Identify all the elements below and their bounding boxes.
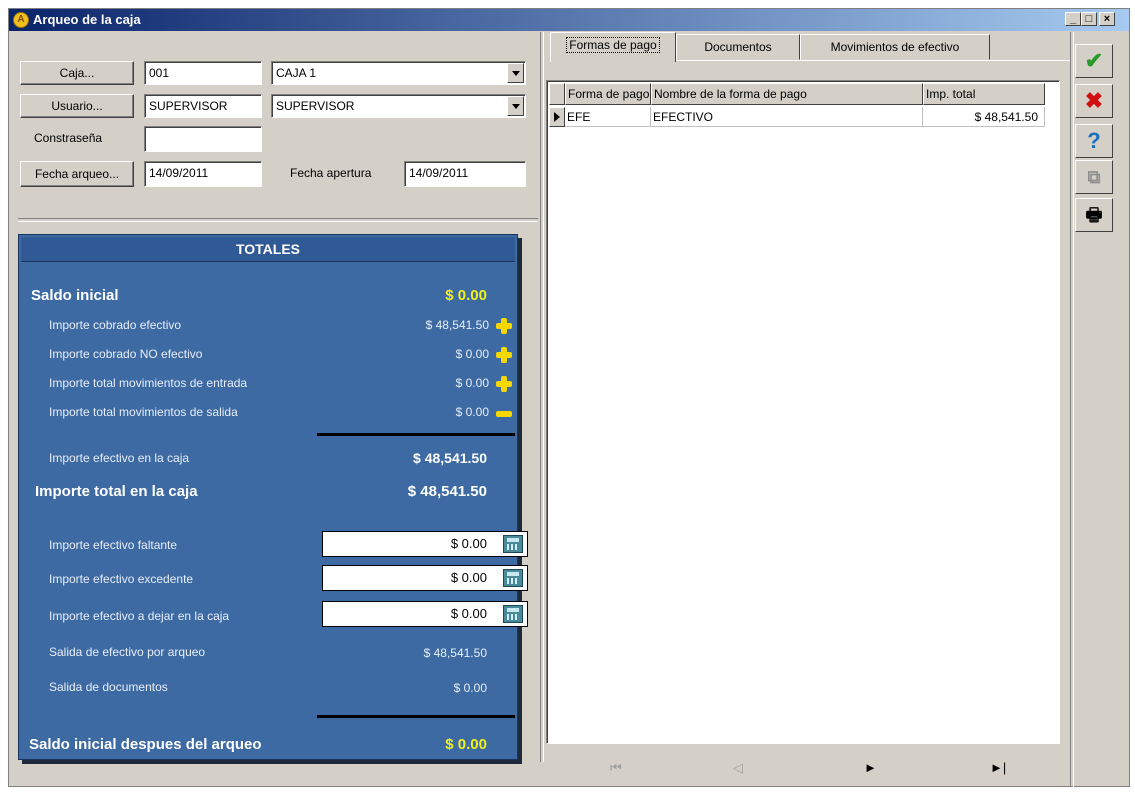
nav-prev-button[interactable]: ◁ <box>733 760 743 776</box>
tab-documentos[interactable]: Documentos <box>676 34 800 60</box>
cobrado-no-efectivo-label: Importe cobrado NO efectivo <box>49 347 203 361</box>
tab-movimientos-efectivo[interactable]: Movimientos de efectivo <box>800 34 990 60</box>
saldo-inicial-label: Saldo inicial <box>31 287 119 304</box>
usuario-button[interactable]: Usuario... <box>20 94 134 118</box>
calculator-icon[interactable] <box>503 605 523 623</box>
calculator-icon[interactable] <box>503 569 523 587</box>
excedente-value: $ 0.00 <box>450 570 487 585</box>
minimize-button[interactable]: _ <box>1065 12 1081 26</box>
plus-icon <box>496 376 512 392</box>
table-cell-name[interactable]: EFECTIVO <box>651 107 923 127</box>
faltante-label: Importe efectivo faltante <box>49 538 178 552</box>
plus-icon <box>496 347 512 363</box>
salida-efectivo-value: $ 48,541.50 <box>423 646 487 660</box>
caja-name-value: CAJA 1 <box>276 66 317 80</box>
faltante-value: $ 0.00 <box>450 536 487 551</box>
divider <box>18 218 538 222</box>
movimientos-salida-label: Importe total movimientos de salida <box>49 405 238 419</box>
usuario-code-field[interactable]: SUPERVISOR <box>144 94 262 118</box>
table-cell-total[interactable]: $ 48,541.50 <box>923 107 1045 127</box>
caja-button[interactable]: Caja... <box>20 61 134 85</box>
nav-first-button[interactable]: ⏮ <box>610 760 622 776</box>
fecha-arqueo-field[interactable]: 14/09/2011 <box>144 161 262 187</box>
excedente-field[interactable]: $ 0.00 <box>322 565 528 591</box>
movimientos-entrada-value: $ 0.00 <box>455 376 489 390</box>
faltante-field[interactable]: $ 0.00 <box>322 531 528 557</box>
total-rule <box>317 715 515 718</box>
tab-formas-de-pago[interactable]: Formas de pago <box>550 32 676 62</box>
password-field[interactable] <box>144 126 262 152</box>
password-label: Constraseña <box>34 131 103 145</box>
col-header-nombre[interactable]: Nombre de la forma de pago <box>651 83 923 105</box>
efectivo-caja-value: $ 48,541.50 <box>413 450 487 466</box>
dejar-value: $ 0.00 <box>450 606 487 621</box>
salida-documentos-value: $ 0.00 <box>453 681 487 695</box>
cobrado-no-efectivo-value: $ 0.00 <box>455 347 489 361</box>
excedente-label: Importe efectivo excedente <box>49 572 194 586</box>
saldo-final-label: Saldo inicial despues del arqueo <box>29 736 262 753</box>
caja-code-field[interactable]: 001 <box>144 61 262 85</box>
nav-last-button[interactable]: ►| <box>990 760 1006 775</box>
table-cell-code[interactable]: EFE <box>565 107 651 127</box>
splitter[interactable] <box>540 32 544 762</box>
sum-rule <box>317 433 515 436</box>
minus-icon <box>496 411 512 417</box>
col-header-total[interactable]: Imp. total <box>923 83 1045 105</box>
window-title: Arqueo de la caja <box>33 12 141 27</box>
caja-name-select[interactable]: CAJA 1 <box>271 61 526 85</box>
cancel-button[interactable]: ✖ <box>1075 84 1113 118</box>
efectivo-caja-label: Importe efectivo en la caja <box>49 451 190 465</box>
toolbar-divider <box>1070 32 1074 787</box>
formas-pago-grid[interactable]: Forma de pago Nombre de la forma de pago… <box>546 80 1060 744</box>
totales-title: TOTALES <box>21 237 515 262</box>
copy-button[interactable]: ⧉ <box>1075 160 1113 194</box>
print-button[interactable]: 🖶 <box>1075 198 1113 232</box>
fecha-apertura-field[interactable]: 14/09/2011 <box>404 161 526 187</box>
row-selector-header <box>549 83 565 105</box>
col-header-forma[interactable]: Forma de pago <box>565 83 651 105</box>
fecha-arqueo-button[interactable]: Fecha arqueo... <box>20 161 134 187</box>
usuario-name-value: SUPERVISOR <box>276 99 355 113</box>
salida-efectivo-label: Salida de efectivo por arqueo <box>49 645 206 659</box>
dejar-field[interactable]: $ 0.00 <box>322 601 528 627</box>
total-caja-value: $ 48,541.50 <box>407 483 487 500</box>
row-indicator[interactable] <box>549 107 565 127</box>
help-button[interactable]: ? <box>1075 124 1113 158</box>
movimientos-salida-value: $ 0.00 <box>455 405 489 419</box>
cobrado-efectivo-label: Importe cobrado efectivo <box>49 318 182 332</box>
title-bar: A Arqueo de la caja _ □ × <box>9 9 1129 31</box>
plus-icon <box>496 318 512 334</box>
salida-documentos-label: Salida de documentos <box>49 680 168 694</box>
total-caja-label: Importe total en la caja <box>35 483 198 500</box>
totales-panel: TOTALES Saldo inicial $ 0.00 Importe cob… <box>18 234 528 760</box>
fecha-apertura-label: Fecha apertura <box>290 166 372 180</box>
saldo-inicial-value: $ 0.00 <box>445 287 487 304</box>
chevron-down-icon[interactable] <box>507 96 524 116</box>
accept-button[interactable]: ✔ <box>1075 44 1113 78</box>
usuario-name-select[interactable]: SUPERVISOR <box>271 94 526 118</box>
cobrado-efectivo-value: $ 48,541.50 <box>425 318 489 332</box>
row-pointer-icon <box>554 112 560 122</box>
chevron-down-icon[interactable] <box>507 63 524 83</box>
app-icon: A <box>13 12 29 28</box>
dejar-label: Importe efectivo a dejar en la caja <box>49 609 230 623</box>
tab-label: Formas de pago <box>566 37 660 53</box>
close-button[interactable]: × <box>1099 12 1115 26</box>
saldo-final-value: $ 0.00 <box>445 736 487 753</box>
movimientos-entrada-label: Importe total movimientos de entrada <box>49 376 248 390</box>
maximize-button[interactable]: □ <box>1081 12 1097 26</box>
calculator-icon[interactable] <box>503 535 523 553</box>
nav-next-button[interactable]: ► <box>864 760 877 775</box>
